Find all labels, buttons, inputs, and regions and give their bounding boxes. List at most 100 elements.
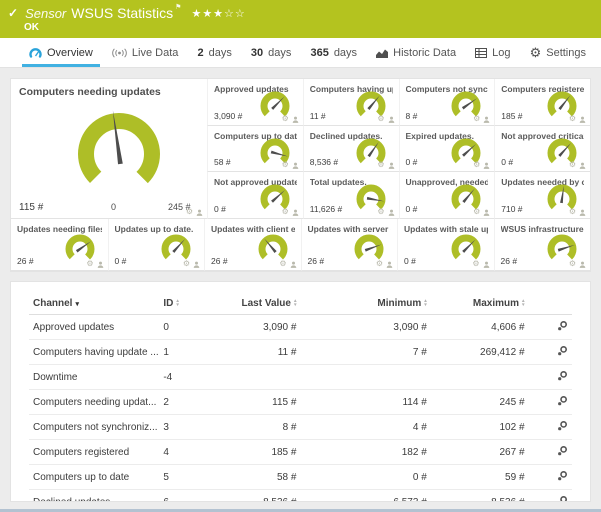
gauge-value: 0 # bbox=[404, 256, 416, 266]
person-icon[interactable] bbox=[290, 261, 297, 268]
channel-settings-icon[interactable] bbox=[557, 320, 568, 331]
person-icon[interactable] bbox=[386, 261, 393, 268]
tab-30-days[interactable]: 30days bbox=[242, 38, 301, 67]
priority-stars[interactable]: ★★★☆☆ bbox=[191, 7, 245, 20]
gear-icon[interactable]: ⚙ bbox=[282, 208, 289, 216]
gauge-value: 0 # bbox=[406, 157, 418, 167]
last-value-cell: 58 # bbox=[208, 465, 300, 490]
gauge-cell: Updates needing files.26 #⚙ bbox=[11, 219, 108, 271]
column-header-id[interactable]: ID▴▾ bbox=[159, 292, 208, 315]
gauge-value: 26 # bbox=[308, 256, 325, 266]
person-icon[interactable] bbox=[483, 261, 490, 268]
gauge-cell: Updates needed by co...710 #⚙ bbox=[494, 172, 590, 219]
gear-icon[interactable]: ⚙ bbox=[377, 208, 384, 216]
gauge-value: 0 # bbox=[406, 204, 418, 214]
gear-icon[interactable]: ⚙ bbox=[279, 260, 286, 268]
sensor-status-text: OK bbox=[0, 22, 601, 33]
person-icon[interactable] bbox=[196, 209, 203, 216]
last-value-cell bbox=[208, 365, 300, 390]
gear-icon[interactable]: ⚙ bbox=[282, 115, 289, 123]
gauge-cell: Not approved updates0 #⚙ bbox=[207, 172, 303, 219]
bottom-gauges-row: Updates needing files.26 #⚙Updates up to… bbox=[11, 219, 590, 271]
gauge-value: 8 # bbox=[406, 111, 418, 121]
gear-icon[interactable]: ⚙ bbox=[377, 161, 384, 169]
tab-2-days[interactable]: 2days bbox=[188, 38, 240, 67]
gear-icon[interactable]: ⚙ bbox=[473, 161, 480, 169]
person-icon[interactable] bbox=[388, 209, 395, 216]
column-label: Minimum bbox=[377, 298, 421, 309]
gear-icon[interactable]: ⚙ bbox=[86, 260, 93, 268]
person-icon[interactable] bbox=[388, 162, 395, 169]
tab-log[interactable]: Log bbox=[466, 38, 519, 67]
channel-settings-icon[interactable] bbox=[557, 420, 568, 431]
channel-settings-icon[interactable] bbox=[557, 395, 568, 406]
page-title: WSUS Statistics bbox=[71, 5, 173, 21]
person-icon[interactable] bbox=[292, 209, 299, 216]
tab-live-data[interactable]: Live Data bbox=[103, 38, 187, 67]
person-icon[interactable] bbox=[483, 116, 490, 123]
gauge-value: 0 # bbox=[115, 256, 127, 266]
channels-table: Channel▾ID▴▾Last Value▴▾Minimum▴▾Maximum… bbox=[29, 292, 572, 502]
person-icon[interactable] bbox=[483, 162, 490, 169]
gauge-value: 58 # bbox=[214, 157, 231, 167]
id-cell: 2 bbox=[159, 390, 208, 415]
gear-icon[interactable]: ⚙ bbox=[569, 208, 576, 216]
gauge-cell: Approved updates3,090 #⚙ bbox=[207, 79, 303, 126]
person-icon[interactable] bbox=[292, 116, 299, 123]
person-icon[interactable] bbox=[579, 162, 586, 169]
gear-icon[interactable]: ⚙ bbox=[473, 208, 480, 216]
id-cell: 1 bbox=[159, 340, 208, 365]
column-header-min[interactable]: Minimum▴▾ bbox=[300, 292, 430, 315]
person-icon[interactable] bbox=[193, 261, 200, 268]
gauge-value: 8,536 # bbox=[310, 157, 338, 167]
gear-icon[interactable]: ⚙ bbox=[569, 260, 576, 268]
gear-icon[interactable]: ⚙ bbox=[472, 260, 479, 268]
table-row: Declined updates.68,536 #6,573 #8,536 # bbox=[29, 490, 572, 503]
channel-settings-icon[interactable] bbox=[557, 495, 568, 502]
small-gauges-grid: Approved updates3,090 #⚙Computers having… bbox=[207, 79, 590, 219]
tab-label: Live Data bbox=[132, 47, 178, 59]
gear-icon[interactable]: ⚙ bbox=[376, 260, 383, 268]
gear-icon[interactable]: ⚙ bbox=[282, 161, 289, 169]
last-value-cell: 3,090 # bbox=[208, 315, 300, 340]
gauge-cell: Not approved critical o...0 #⚙ bbox=[494, 126, 590, 173]
minimum-cell: 4 # bbox=[300, 415, 430, 440]
tab-settings[interactable]: ⚙Settings bbox=[521, 38, 595, 67]
column-header-last[interactable]: Last Value▴▾ bbox=[208, 292, 300, 315]
minimum-cell: 182 # bbox=[300, 440, 430, 465]
gear-icon[interactable]: ⚙ bbox=[186, 208, 193, 216]
gauge-title: Computers needing updates bbox=[19, 86, 199, 98]
maximum-cell: 59 # bbox=[431, 465, 529, 490]
channel-cell: Computers up to date bbox=[29, 465, 159, 490]
person-icon[interactable] bbox=[97, 261, 104, 268]
table-row: Computers registered4185 #182 #267 # bbox=[29, 440, 572, 465]
tab-overview[interactable]: Overview bbox=[20, 38, 102, 67]
gauge-cell: WSUS infrastructure u...26 #⚙ bbox=[494, 219, 591, 271]
channel-settings-icon[interactable] bbox=[557, 445, 568, 456]
person-icon[interactable] bbox=[292, 162, 299, 169]
id-cell: 6 bbox=[159, 490, 208, 503]
gear-icon[interactable]: ⚙ bbox=[183, 260, 190, 268]
tab-365-days[interactable]: 365days bbox=[301, 38, 366, 67]
channel-cell: Computers having update ... bbox=[29, 340, 159, 365]
gauge-value: 26 # bbox=[17, 256, 34, 266]
gauge-value: 0 # bbox=[214, 204, 226, 214]
channel-cell: Computers needing updat... bbox=[29, 390, 159, 415]
channel-settings-icon[interactable] bbox=[557, 370, 568, 381]
column-header-channel[interactable]: Channel▾ bbox=[29, 292, 159, 315]
person-icon[interactable] bbox=[483, 209, 490, 216]
gear-icon[interactable]: ⚙ bbox=[569, 115, 576, 123]
person-icon[interactable] bbox=[579, 116, 586, 123]
person-icon[interactable] bbox=[579, 209, 586, 216]
gear-icon[interactable]: ⚙ bbox=[569, 161, 576, 169]
person-icon[interactable] bbox=[579, 261, 586, 268]
column-header-max[interactable]: Maximum▴▾ bbox=[431, 292, 529, 315]
gear-icon[interactable]: ⚙ bbox=[473, 115, 480, 123]
gear-icon[interactable]: ⚙ bbox=[377, 115, 384, 123]
channel-settings-icon[interactable] bbox=[557, 470, 568, 481]
status-ok-icon: ✓ bbox=[8, 6, 18, 20]
sort-toggle-icon: ▴▾ bbox=[424, 299, 427, 307]
channel-settings-icon[interactable] bbox=[557, 345, 568, 356]
person-icon[interactable] bbox=[388, 116, 395, 123]
tab-historic-data[interactable]: Historic Data bbox=[367, 38, 465, 67]
